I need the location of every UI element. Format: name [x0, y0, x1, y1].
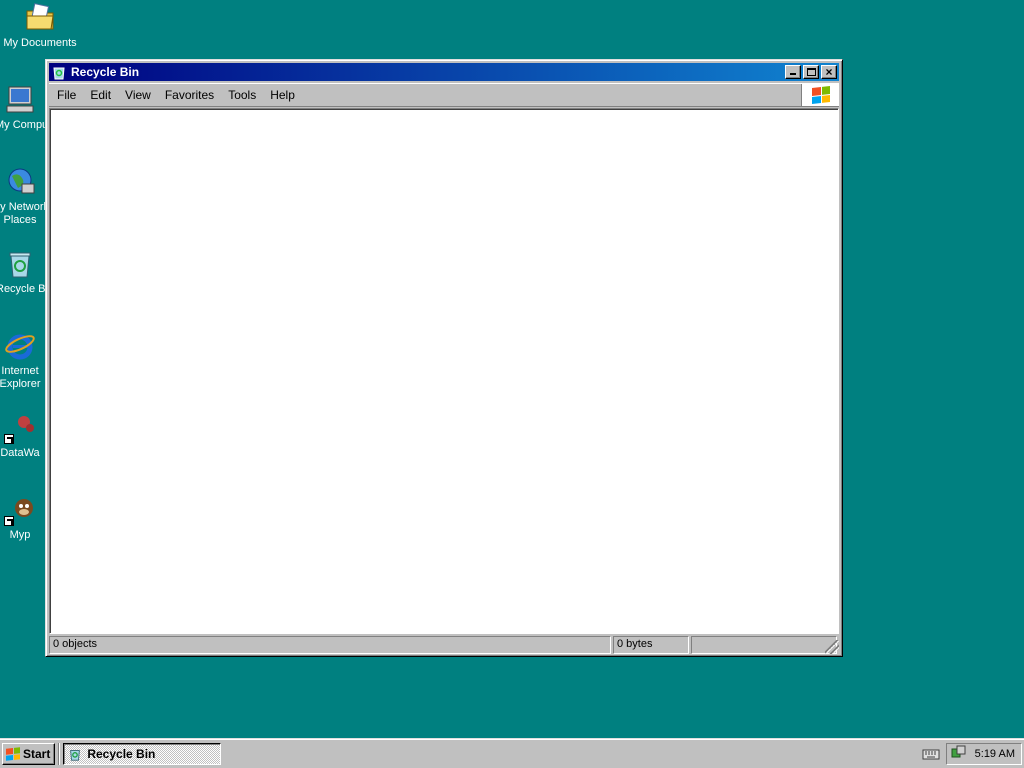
network-places-icon: [4, 166, 36, 198]
taskbar-separator: [58, 742, 61, 765]
close-button[interactable]: ×: [821, 65, 837, 79]
my-documents-icon: [24, 2, 56, 34]
shortcut-arrow-icon: [4, 516, 14, 526]
status-object-count: 0 objects: [49, 636, 611, 654]
status-size: 0 bytes: [613, 636, 689, 654]
myp-shortcut-icon: [4, 494, 36, 526]
close-icon: ×: [825, 65, 833, 79]
desktop-icon-myp[interactable]: Myp: [0, 494, 46, 542]
my-computer-icon: [3, 84, 35, 116]
menu-help[interactable]: Help: [262, 88, 301, 102]
desktop-icon-internet-explorer[interactable]: Internet Explorer: [0, 330, 46, 391]
start-label: Start: [23, 746, 51, 761]
datawa-shortcut-icon: [4, 412, 36, 444]
file-list-area[interactable]: [49, 108, 839, 634]
recycle-bin-icon: [68, 747, 82, 761]
menu-favorites[interactable]: Favorites: [157, 88, 220, 102]
status-zone: [691, 636, 837, 654]
desktop-icon-recycle-bin[interactable]: Recycle Bin: [0, 248, 46, 296]
clock[interactable]: 5:19 AM: [975, 748, 1015, 760]
title-bar[interactable]: Recycle Bin ×: [49, 63, 839, 81]
internet-explorer-icon: [4, 330, 36, 362]
taskbar: Start Recycle Bin 5:19 AM: [0, 738, 1024, 768]
recycle-bin-icon: [51, 64, 67, 80]
minimize-button[interactable]: [785, 65, 801, 79]
maximize-button[interactable]: [803, 65, 819, 79]
desktop-icon-label: My Computer: [0, 119, 45, 131]
desktop-icon-datawa[interactable]: DataWa: [0, 412, 46, 460]
menu-view[interactable]: View: [117, 88, 157, 102]
desktop-icon-label: Recycle Bin: [0, 283, 46, 295]
maximize-icon: [807, 68, 816, 76]
recycle-bin-window: Recycle Bin × File Edit View Favorites T…: [45, 59, 843, 657]
desktop-icon-label: My Network Places: [0, 201, 46, 226]
keyboard-icon[interactable]: [922, 747, 940, 761]
status-bar: 0 objects 0 bytes: [49, 636, 839, 654]
start-button[interactable]: Start: [2, 742, 56, 765]
menu-file[interactable]: File: [49, 88, 82, 102]
windows-logo-icon: [801, 84, 839, 106]
desktop-icon-label: My Documents: [3, 37, 77, 49]
minimize-icon: [790, 73, 796, 75]
desktop-icon-label: DataWa: [0, 447, 40, 459]
taskbar-button-label: Recycle Bin: [87, 746, 156, 761]
desktop-icon-label: Internet Explorer: [0, 365, 41, 390]
system-tray: 5:19 AM: [945, 742, 1022, 765]
desktop-icon-label: Myp: [9, 529, 31, 541]
resize-grip[interactable]: [825, 640, 839, 654]
desktop-icon-my-computer[interactable]: My Computer: [0, 84, 45, 132]
window-title: Recycle Bin: [71, 65, 140, 79]
taskbar-button-recycle-bin[interactable]: Recycle Bin: [63, 742, 222, 765]
desktop-icon-network-places[interactable]: My Network Places: [0, 166, 46, 227]
menu-edit[interactable]: Edit: [82, 88, 117, 102]
menu-tools[interactable]: Tools: [220, 88, 262, 102]
windows-flag-icon: [6, 746, 20, 761]
desktop-icon-my-documents[interactable]: My Documents: [0, 2, 80, 50]
network-status-icon[interactable]: [951, 744, 967, 763]
menu-bar: File Edit View Favorites Tools Help: [49, 83, 839, 107]
recycle-bin-icon: [4, 248, 36, 280]
shortcut-arrow-icon: [4, 434, 14, 444]
